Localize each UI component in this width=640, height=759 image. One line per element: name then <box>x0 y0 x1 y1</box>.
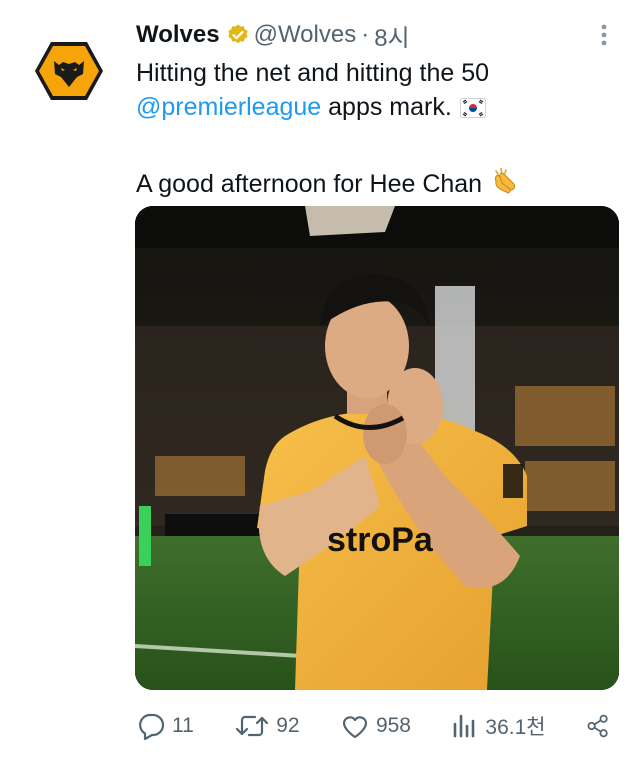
share-button[interactable] <box>586 711 616 741</box>
tweet-text-line-1: Hitting the net and hitting the 50 <box>136 59 490 87</box>
views-icon <box>454 714 475 738</box>
reply-button[interactable]: 11 <box>136 712 194 740</box>
view-count: 36.1천 <box>485 716 546 739</box>
clapping-hands-icon <box>490 167 522 206</box>
like-count: 958 <box>375 714 411 737</box>
display-name[interactable]: Wolves <box>136 21 220 49</box>
tweet-header: Wolves @Wolves · 8시 <box>136 18 410 52</box>
retweet-count: 92 <box>276 714 300 737</box>
retweet-button[interactable]: 92 <box>234 712 300 740</box>
tweet-text-line-2: @premierleague apps mark. <box>136 90 606 127</box>
retweet-icon <box>236 715 269 737</box>
tweet-actions: 11 92 958 36.1천 <box>136 704 616 748</box>
like-button[interactable]: 958 <box>340 712 411 740</box>
share-icon <box>587 714 608 738</box>
account-avatar[interactable] <box>34 40 104 102</box>
south-korea-flag-icon <box>459 93 486 127</box>
reply-count: 11 <box>172 714 194 737</box>
reply-icon <box>139 713 165 740</box>
tweet-text-line-3-text: A good afternoon for Hee Chan <box>136 170 483 198</box>
separator-dot: · <box>361 21 370 48</box>
verified-badge-icon[interactable] <box>226 23 250 47</box>
mention-link[interactable]: @premierleague <box>136 93 321 121</box>
more-options-icon[interactable] <box>594 22 614 48</box>
tweet-photo[interactable]: stroPa <box>135 206 619 690</box>
tweet-text-line-3: A good afternoon for Hee Chan <box>136 167 606 206</box>
views-button[interactable]: 36.1천 <box>451 711 546 741</box>
tweet-text: Hitting the net and hitting the 50 @prem… <box>136 56 606 206</box>
jersey-sponsor-text: stroPa <box>327 521 434 559</box>
tweet-text-line-2-rest: apps mark. <box>321 93 452 121</box>
user-handle[interactable]: @Wolves <box>254 21 357 49</box>
timestamp[interactable]: 8시 <box>374 18 409 53</box>
like-icon <box>342 716 368 739</box>
